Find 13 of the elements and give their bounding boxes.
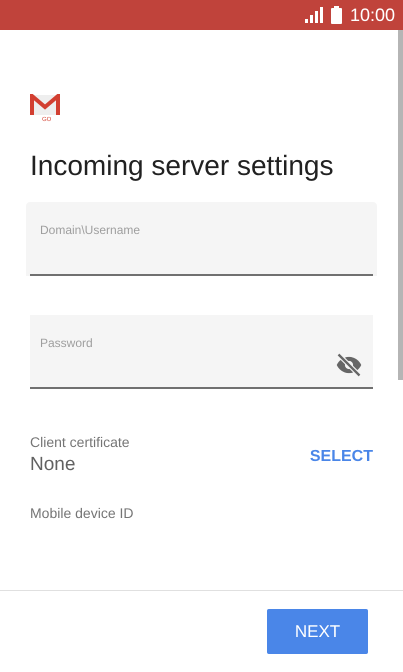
- field-value: None: [30, 453, 76, 477]
- status-time: 10:00: [350, 4, 395, 26]
- battery-icon: [330, 6, 342, 24]
- page-title: Incoming server settings: [30, 149, 334, 183]
- envelope-logo-icon: [30, 94, 60, 116]
- next-button[interactable]: NEXT: [267, 609, 368, 654]
- field-label: Mobile device ID: [30, 504, 134, 522]
- select-button[interactable]: SELECT: [310, 445, 373, 469]
- password-field[interactable]: Password: [30, 315, 373, 389]
- field-label: Client certificate: [30, 433, 130, 451]
- input-field[interactable]: Domain\Username: [26, 202, 377, 276]
- signal-icon: [304, 7, 323, 23]
- eye-slash-icon[interactable]: [335, 351, 363, 379]
